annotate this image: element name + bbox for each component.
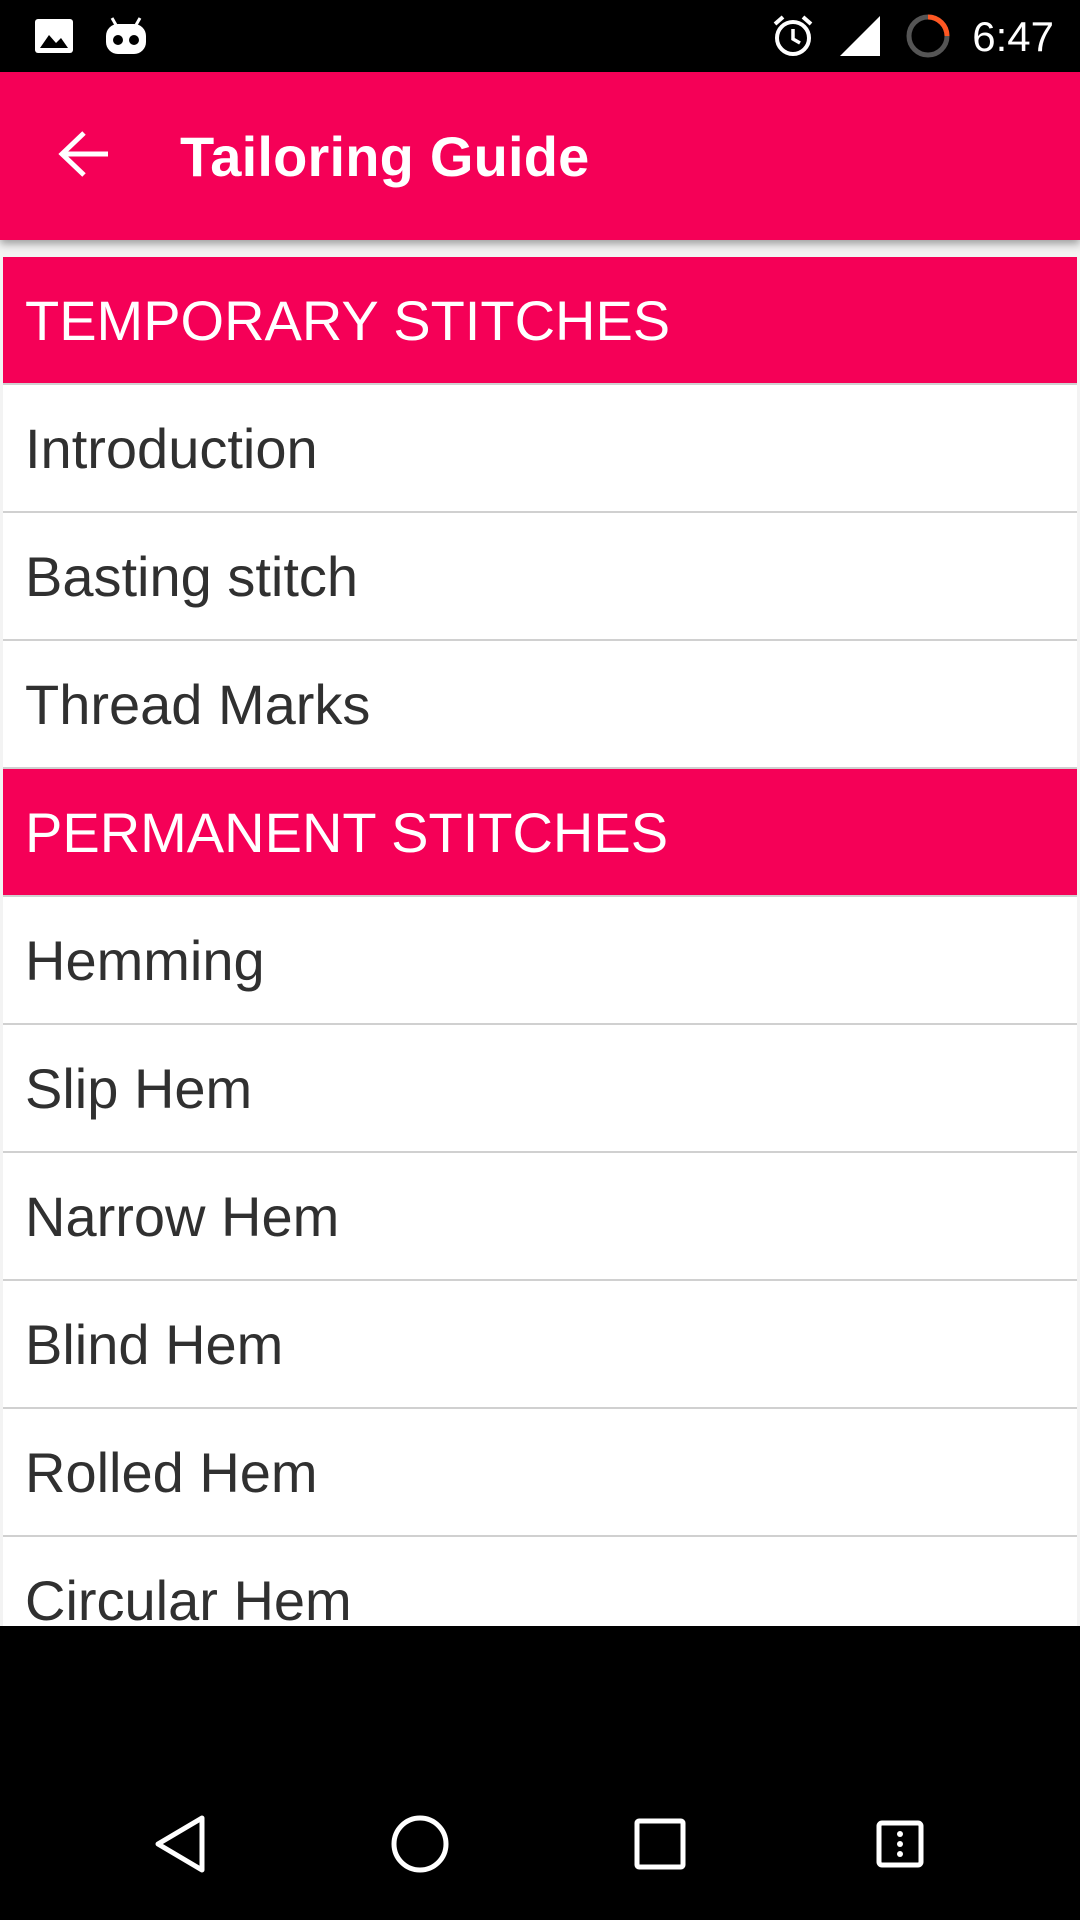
list-item[interactable]: Basting stitch <box>3 513 1077 641</box>
arrow-back-icon <box>58 130 110 183</box>
back-triangle-icon <box>152 1814 208 1879</box>
list-item[interactable]: Hemming <box>3 897 1077 1025</box>
list-item[interactable]: Blind Hem <box>3 1281 1077 1409</box>
image-icon <box>34 0 74 72</box>
section-header-permanent: PERMANENT STITCHES <box>3 769 1077 897</box>
list-item[interactable]: Rolled Hem <box>3 1409 1077 1537</box>
back-button[interactable] <box>40 116 128 196</box>
menu-icon <box>876 1820 924 1873</box>
status-bar: 6:47 <box>0 0 1080 72</box>
nav-recents-button[interactable] <box>600 1786 720 1906</box>
list-item[interactable]: Narrow Hem <box>3 1153 1077 1281</box>
alarm-icon <box>770 0 816 72</box>
home-circle-icon <box>390 1814 450 1879</box>
stitch-list: TEMPORARY STITCHES Introduction Basting … <box>3 257 1077 1626</box>
page-title: Tailoring Guide <box>180 125 590 188</box>
list-item[interactable]: Circular Hem <box>3 1537 1077 1626</box>
status-time: 6:47 <box>972 13 1054 60</box>
list-item[interactable]: Slip Hem <box>3 1025 1077 1153</box>
section-header-temporary: TEMPORARY STITCHES <box>3 257 1077 385</box>
nav-back-button[interactable] <box>120 1786 240 1906</box>
content-area: TEMPORARY STITCHES Introduction Basting … <box>0 240 1080 1626</box>
android-debug-icon <box>104 0 148 72</box>
list-item[interactable]: Thread Marks <box>3 641 1077 769</box>
app-bar: Tailoring Guide <box>0 72 1080 240</box>
nav-home-button[interactable] <box>360 1786 480 1906</box>
system-nav-bar <box>0 1626 1080 1920</box>
recents-square-icon <box>634 1818 686 1875</box>
sync-progress-icon <box>904 0 952 72</box>
list-item[interactable]: Introduction <box>3 385 1077 513</box>
nav-menu-button[interactable] <box>840 1786 960 1906</box>
cell-signal-icon <box>838 0 882 72</box>
